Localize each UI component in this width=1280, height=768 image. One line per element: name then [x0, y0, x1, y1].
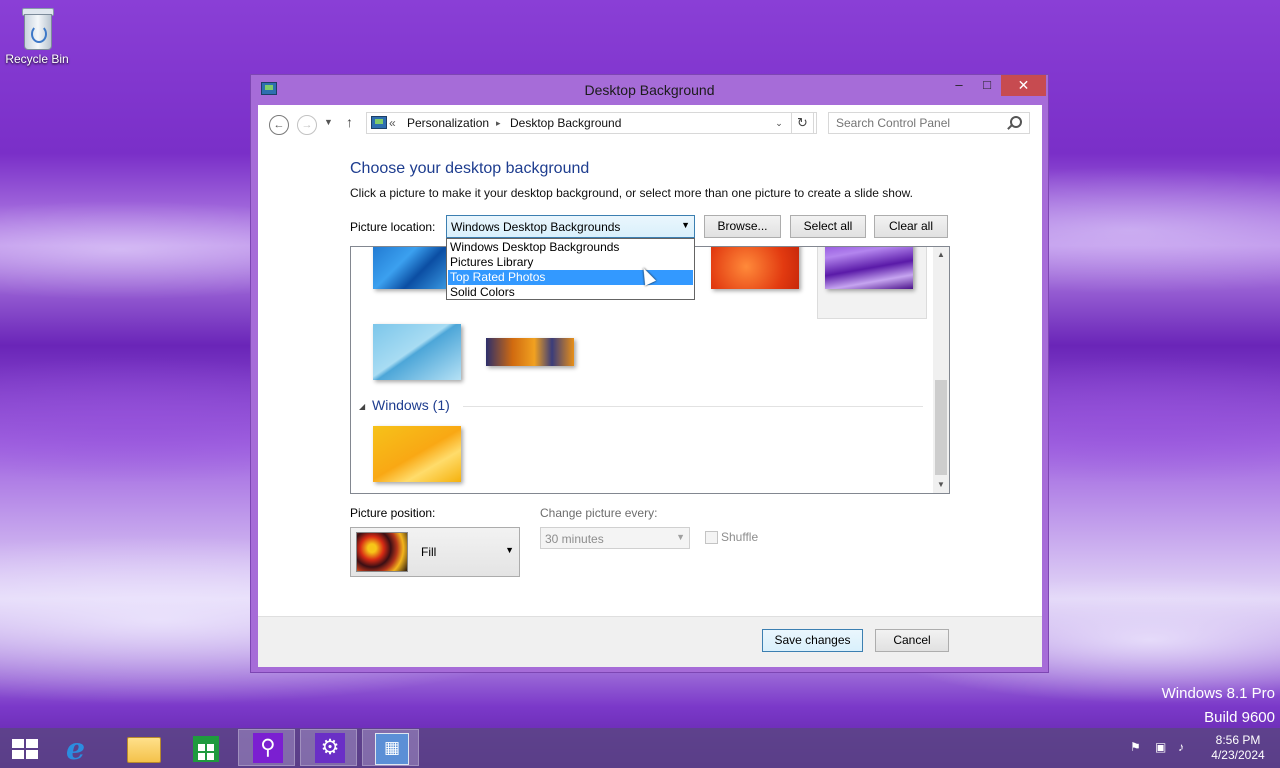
- search-icon[interactable]: [1010, 116, 1022, 128]
- close-button[interactable]: ✕: [1001, 75, 1046, 96]
- maximize-button[interactable]: □: [973, 75, 1001, 96]
- group-title[interactable]: Windows (1): [372, 397, 450, 413]
- address-bar[interactable]: « Personalization ▸ Desktop Background ⌄: [366, 112, 817, 134]
- position-preview-image: [356, 532, 408, 572]
- instructions-text: Click a picture to make it your desktop …: [350, 186, 913, 200]
- forward-button[interactable]: →: [297, 115, 317, 135]
- window-title: Desktop Background: [584, 82, 715, 98]
- search-input[interactable]: [828, 112, 1030, 134]
- network-icon[interactable]: ▣: [1155, 740, 1166, 754]
- chevron-down-icon: ▼: [681, 220, 690, 230]
- breadcrumb-prefix[interactable]: «: [389, 116, 396, 130]
- wallpaper-thumbnail[interactable]: [373, 426, 461, 482]
- location-option[interactable]: Solid Colors: [448, 285, 693, 300]
- save-changes-button[interactable]: Save changes: [762, 629, 863, 652]
- wallpaper-thumbnail[interactable]: [373, 324, 461, 380]
- os-watermark: Windows 8.1 Pro Build 9600: [1162, 682, 1275, 730]
- internet-explorer-icon: e: [66, 732, 86, 767]
- recycle-bin-icon: [20, 6, 54, 50]
- picture-location-label: Picture location:: [350, 220, 436, 234]
- group-collapse-icon[interactable]: ◢: [359, 402, 365, 411]
- desktop-background-window: Desktop Background – □ ✕ ← → ▼ ↑ « Perso…: [250, 74, 1049, 673]
- picture-position-select[interactable]: Fill ▼: [350, 527, 520, 577]
- taskbar: e ⚲ ⚙ ▦ ⚑ ▣ ♪ 8:56 PM 4/23/2024: [0, 728, 1280, 768]
- wallpaper-thumbnail[interactable]: [486, 338, 574, 366]
- file-explorer-button[interactable]: [114, 729, 171, 766]
- chevron-down-icon: ▼: [505, 545, 514, 555]
- recent-locations-icon[interactable]: ▼: [324, 117, 333, 127]
- change-picture-label: Change picture every:: [540, 506, 658, 520]
- store-icon: [193, 736, 219, 762]
- back-button[interactable]: ←: [269, 115, 289, 135]
- up-button[interactable]: ↑: [346, 114, 353, 130]
- vertical-scrollbar[interactable]: ▲ ▼: [933, 247, 949, 493]
- wallpaper-thumbnail[interactable]: [711, 247, 799, 289]
- internet-explorer-button[interactable]: e: [52, 729, 109, 767]
- search-icon: ⚲: [253, 733, 283, 763]
- chevron-down-icon: ▼: [676, 532, 685, 542]
- title-bar[interactable]: Desktop Background – □ ✕: [251, 75, 1048, 105]
- store-button[interactable]: [176, 729, 233, 766]
- action-center-flag-icon[interactable]: ⚑: [1130, 740, 1141, 754]
- volume-muted-icon[interactable]: ♪: [1178, 740, 1184, 754]
- location-option[interactable]: Windows Desktop Backgrounds: [448, 240, 693, 255]
- breadcrumb-personalization[interactable]: Personalization: [407, 116, 489, 130]
- page-title: Choose your desktop background: [350, 160, 590, 177]
- search-app-button[interactable]: ⚲: [238, 729, 295, 766]
- breadcrumb-desktop-background[interactable]: Desktop Background: [510, 116, 621, 130]
- settings-icon: ⚙: [315, 733, 345, 763]
- system-clock[interactable]: 8:56 PM 4/23/2024: [1200, 733, 1276, 763]
- location-option[interactable]: Pictures Library: [448, 255, 693, 270]
- picture-location-dropdown: Windows Desktop Backgrounds Pictures Lib…: [446, 238, 695, 300]
- clock-date: 4/23/2024: [1211, 748, 1265, 762]
- change-picture-select[interactable]: 30 minutes ▼: [540, 527, 690, 549]
- dialog-footer: Save changes Cancel: [258, 616, 1042, 667]
- file-explorer-icon: [127, 737, 161, 763]
- scroll-up-icon[interactable]: ▲: [933, 247, 949, 263]
- picture-location-select[interactable]: Windows Desktop Backgrounds ▼: [446, 215, 695, 238]
- breadcrumb-separator[interactable]: ▸: [496, 118, 501, 129]
- shuffle-checkbox[interactable]: [705, 531, 718, 544]
- control-panel-taskbar-button[interactable]: ▦: [362, 729, 419, 766]
- picture-position-value: Fill: [421, 545, 437, 559]
- control-panel-icon: ▦: [375, 733, 409, 765]
- change-picture-value: 30 minutes: [545, 532, 604, 546]
- refresh-button[interactable]: ↻: [791, 112, 814, 134]
- window-client: ← → ▼ ↑ « Personalization ▸ Desktop Back…: [258, 105, 1042, 667]
- minimize-button[interactable]: –: [945, 75, 973, 96]
- location-option-highlighted[interactable]: Top Rated Photos: [448, 270, 693, 285]
- control-panel-icon: [371, 116, 387, 129]
- scroll-down-icon[interactable]: ▼: [933, 477, 949, 493]
- watermark-build: Build 9600: [1204, 709, 1275, 726]
- clock-time: 8:56 PM: [1215, 733, 1261, 747]
- start-button[interactable]: [0, 729, 57, 766]
- scroll-thumb[interactable]: [935, 380, 947, 475]
- group-divider: [463, 406, 923, 407]
- picture-position-label: Picture position:: [350, 506, 436, 520]
- picture-location-value: Windows Desktop Backgrounds: [451, 220, 621, 234]
- recycle-bin[interactable]: Recycle Bin: [4, 6, 70, 66]
- address-dropdown-icon[interactable]: ⌄: [768, 113, 790, 133]
- settings-app-button[interactable]: ⚙: [300, 729, 357, 766]
- cancel-button[interactable]: Cancel: [875, 629, 949, 652]
- browse-button[interactable]: Browse...: [704, 215, 781, 238]
- wallpaper-thumbnail[interactable]: [825, 247, 913, 289]
- shuffle-label: Shuffle: [721, 530, 759, 544]
- recycle-bin-label: Recycle Bin: [5, 52, 69, 66]
- watermark-edition: Windows 8.1 Pro: [1161, 685, 1275, 702]
- start-icon: [12, 739, 38, 759]
- clear-all-button[interactable]: Clear all: [874, 215, 948, 238]
- select-all-button[interactable]: Select all: [790, 215, 866, 238]
